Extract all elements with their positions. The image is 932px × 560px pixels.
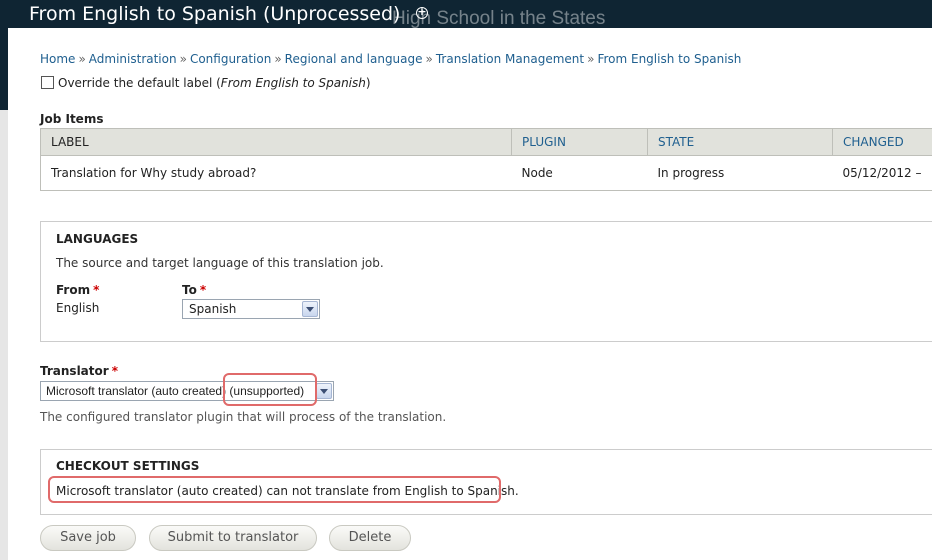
- breadcrumb-administration[interactable]: Administration: [89, 52, 177, 66]
- table-header-row: LABEL PLUGIN STATE CHANGED: [40, 128, 932, 156]
- breadcrumb-separator: »: [274, 52, 282, 66]
- column-changed[interactable]: CHANGED: [832, 128, 932, 156]
- from-label: From *: [56, 283, 99, 297]
- page-title: From English to Spanish (Unprocessed): [29, 3, 401, 25]
- save-job-button[interactable]: Save job: [40, 525, 136, 551]
- column-label: LABEL: [40, 128, 512, 156]
- from-label-text: From: [56, 283, 91, 297]
- breadcrumb: Home» Administration» Configuration» Region…: [40, 52, 741, 66]
- job-items-table: LABEL PLUGIN STATE CHANGED Translation f…: [40, 128, 932, 191]
- submit-to-translator-button[interactable]: Submit to translator: [149, 525, 317, 551]
- column-plugin[interactable]: PLUGIN: [511, 128, 648, 156]
- delete-button[interactable]: Delete: [329, 525, 411, 551]
- required-marker: *: [199, 283, 207, 297]
- breadcrumb-separator: »: [179, 52, 187, 66]
- languages-legend: LANGUAGES: [56, 232, 139, 246]
- table-row: Translation for Why study abroad? Node I…: [40, 155, 932, 191]
- target-language-select[interactable]: Spanish: [182, 299, 320, 319]
- unsupported-highlight: [223, 373, 317, 406]
- column-state[interactable]: STATE: [647, 128, 833, 156]
- checkout-settings-legend: CHECKOUT SETTINGS: [56, 459, 200, 473]
- job-items-title: Job Items: [40, 112, 104, 126]
- breadcrumb-separator: »: [587, 52, 595, 66]
- languages-description: The source and target language of this t…: [56, 256, 384, 270]
- chevron-down-icon[interactable]: [316, 383, 332, 399]
- breadcrumb-separator: »: [425, 52, 433, 66]
- cell-state: In progress: [647, 155, 833, 191]
- target-language-value: Spanish: [189, 302, 237, 316]
- breadcrumb-configuration[interactable]: Configuration: [190, 52, 271, 66]
- breadcrumb-translation-management[interactable]: Translation Management: [436, 52, 584, 66]
- cell-label: Translation for Why study abroad?: [40, 155, 512, 191]
- required-marker: *: [93, 283, 100, 297]
- override-label-suffix: ): [365, 76, 371, 90]
- from-value: English: [56, 301, 100, 315]
- translator-label-text: Translator: [40, 364, 109, 378]
- plus-circle-icon[interactable]: +: [416, 6, 428, 19]
- to-label-text: To: [182, 283, 197, 297]
- left-frame-strip: [0, 28, 8, 560]
- translator-value: Microsoft translator (auto created): [46, 384, 227, 398]
- required-marker: *: [111, 364, 118, 378]
- translator-label: Translator *: [40, 364, 118, 378]
- chevron-down-icon[interactable]: [302, 301, 318, 317]
- override-label-row: Override the default label (From English…: [41, 76, 371, 90]
- breadcrumb-home[interactable]: Home: [40, 52, 75, 66]
- override-label-prefix: Override the default label (: [58, 76, 221, 90]
- to-label: To *: [182, 283, 206, 297]
- override-label-checkbox[interactable]: [41, 76, 54, 89]
- override-label-italic: From English to Spanish: [220, 76, 366, 90]
- cell-changed: 05/12/2012 –: [832, 155, 932, 191]
- translator-description: The configured translator plugin that wi…: [40, 410, 447, 424]
- breadcrumb-separator: »: [78, 52, 86, 66]
- breadcrumb-regional-language[interactable]: Regional and language: [285, 52, 423, 66]
- languages-fieldset: LANGUAGES The source and target language…: [40, 221, 932, 342]
- cell-plugin: Node: [511, 155, 648, 191]
- main-content: Home» Administration» Configuration» Region…: [8, 28, 932, 560]
- left-frame-inner: [0, 110, 8, 560]
- breadcrumb-current-job[interactable]: From English to Spanish: [597, 52, 741, 66]
- checkout-message-highlight: [48, 476, 501, 503]
